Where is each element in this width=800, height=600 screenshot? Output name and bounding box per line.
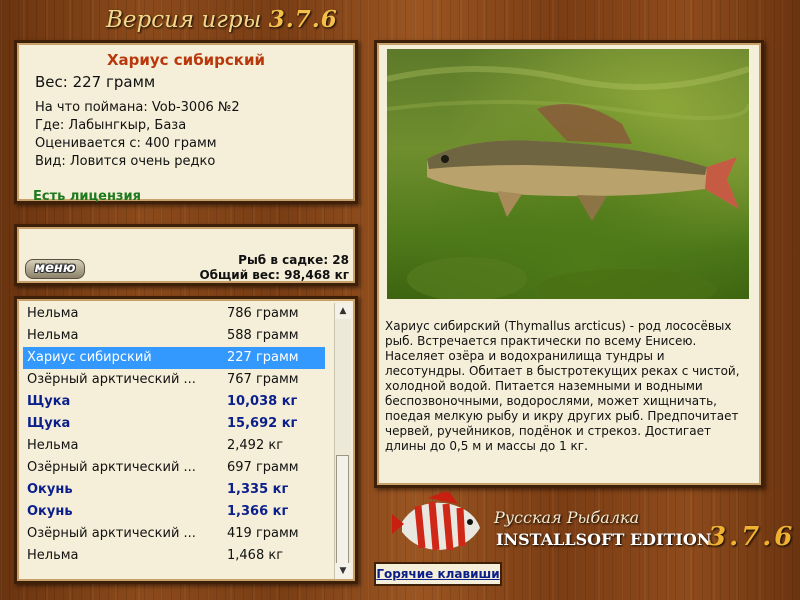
list-item[interactable]: Нельма 2,492 кг [23, 435, 325, 457]
list-item-name: Окунь [27, 504, 73, 519]
list-item-weight: 786 грамм [227, 306, 299, 321]
list-item[interactable]: Нельма 588 грамм [23, 325, 325, 347]
logo-version: 3.7.6 [708, 522, 796, 552]
fish-rarity: Вид: Ловится очень редко [35, 154, 216, 169]
keepnet-summary: меню Рыб в садке: 28 Общий вес: 98,468 к… [14, 224, 358, 286]
list-item[interactable]: Щука 10,038 кг [23, 391, 325, 413]
total-weight: Общий вес: 98,468 кг [199, 268, 349, 282]
license-status: Есть лицензия [33, 189, 141, 204]
list-item-name: Нельма [27, 306, 79, 321]
list-item-name: Нельма [27, 328, 79, 343]
list-item-name: Щука [27, 416, 71, 431]
list-item-weight: 227 грамм [227, 350, 299, 365]
list-item-weight: 15,692 кг [227, 416, 298, 431]
fish-weight: Вес: 227 грамм [35, 73, 156, 91]
logo-edition: INSTALLSOFT EDITION [496, 530, 712, 549]
game-logo: Русская Рыбалка INSTALLSOFT EDITION 3.7.… [386, 492, 796, 556]
list-item-weight: 1,335 кг [227, 482, 289, 497]
logo-fish-icon [392, 492, 480, 551]
list-item-weight: 1,366 кг [227, 504, 289, 519]
fish-value: Оценивается с: 400 грамм [35, 136, 217, 151]
list-item-weight: 767 грамм [227, 372, 299, 387]
fish-location: Где: Лабынгкыр, База [35, 118, 187, 133]
fish-body [427, 104, 739, 221]
version-number: 3.7.6 [268, 6, 338, 33]
menu-button[interactable]: меню [25, 259, 85, 279]
fish-list-panel: Нельма 786 грамм Нельма 588 грамм Хариус сиб… [14, 296, 358, 584]
list-item-name: Щука [27, 394, 71, 409]
hotkeys-link[interactable]: Горячие клавиши [374, 562, 502, 586]
fish-description: Хариус сибирский (Thymallus arcticus) - … [385, 319, 740, 453]
list-item-weight: 2,492 кг [227, 438, 284, 453]
scroll-thumb[interactable] [336, 455, 349, 565]
list-item-name: Хариус сибирский [27, 350, 152, 365]
list-item[interactable]: Нельма 786 грамм [23, 303, 325, 325]
list-item[interactable]: Озёрный арктический ... 767 грамм [23, 369, 325, 391]
list-item[interactable]: Нельма 1,468 кг [23, 545, 325, 567]
list-item[interactable]: Окунь 1,335 кг [23, 479, 325, 501]
scroll-down-arrow-icon[interactable]: ▼ [335, 563, 351, 579]
fish-list: Нельма 786 грамм Нельма 588 грамм Хариус сиб… [23, 303, 325, 567]
list-item-weight: 1,468 кг [227, 548, 284, 563]
list-item-name: Озёрный арктический ... [27, 460, 196, 475]
list-item[interactable]: Окунь 1,366 кг [23, 501, 325, 523]
list-item[interactable]: Озёрный арктический ... 697 грамм [23, 457, 325, 479]
list-item-weight: 588 грамм [227, 328, 299, 343]
list-item-name: Озёрный арктический ... [27, 526, 196, 541]
logo-title: Русская Рыбалка [494, 508, 640, 527]
version-label: Версия игры [106, 7, 262, 33]
scroll-up-arrow-icon[interactable]: ▲ [335, 303, 351, 319]
keepnet-stats: Рыб в садке: 28 Общий вес: 98,468 кг [199, 253, 349, 283]
catch-info-panel: Хариус сибирский Вес: 227 грамм На что п… [14, 40, 358, 204]
list-item-weight: 419 грамм [227, 526, 299, 541]
list-item-weight: 10,038 кг [227, 394, 298, 409]
fish-detail-panel: Хариус сибирский (Thymallus arcticus) - … [374, 40, 764, 488]
list-item-name: Окунь [27, 482, 73, 497]
fish-photo [387, 49, 749, 299]
list-item[interactable]: Хариус сибирский 227 грамм [23, 347, 325, 369]
fish-title: Хариус сибирский [106, 51, 266, 69]
list-item-name: Озёрный арктический ... [27, 372, 196, 387]
game-version: Версия игры 3.7.6 [106, 6, 366, 38]
list-item-weight: 697 грамм [227, 460, 299, 475]
list-item[interactable]: Щука 15,692 кг [23, 413, 325, 435]
list-scrollbar[interactable]: ▲ ▼ [334, 303, 351, 579]
list-item-name: Нельма [27, 438, 79, 453]
fish-bait: На что поймана: Vob-3006 №2 [35, 100, 240, 115]
list-item[interactable]: Озёрный арктический ... 419 грамм [23, 523, 325, 545]
fish-count: Рыб в садке: 28 [238, 253, 349, 267]
list-item-name: Нельма [27, 548, 79, 563]
grayling-illustration [387, 66, 749, 299]
